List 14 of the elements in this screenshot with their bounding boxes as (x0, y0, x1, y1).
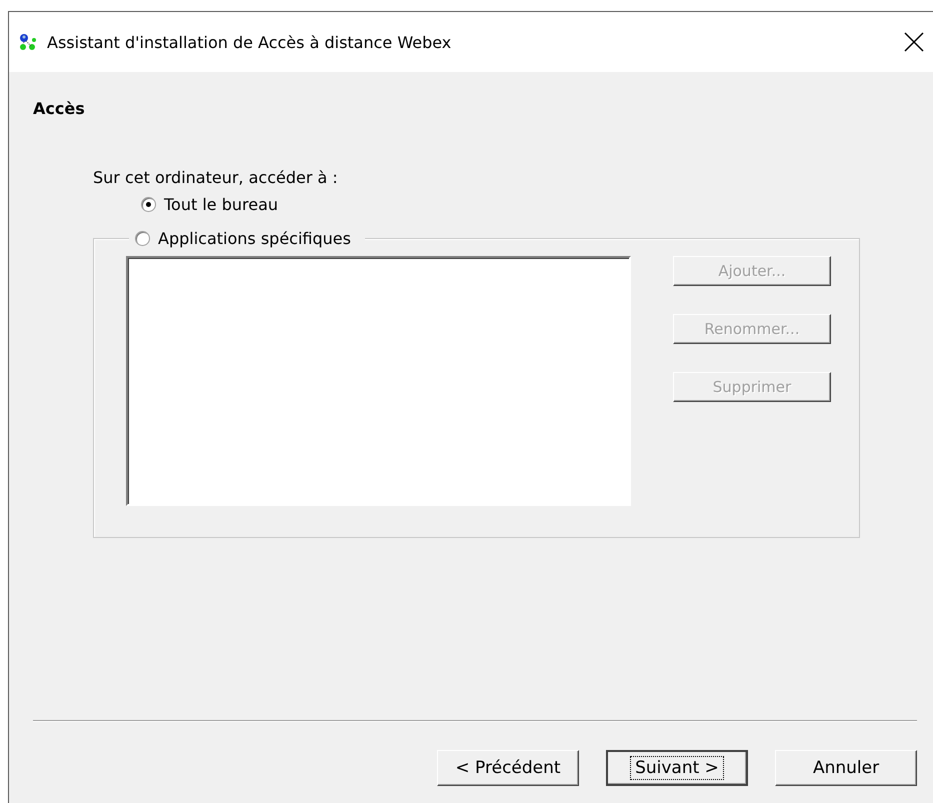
wizard-button[interactable]: < Précédent (437, 750, 579, 786)
window-title: Assistant d'installation de Accès à distance Webex (47, 32, 452, 52)
close-icon[interactable] (903, 31, 925, 53)
radio-label: Applications spécifiques (158, 228, 351, 248)
prompt-text: Sur cet ordinateur, accéder à : (93, 168, 338, 187)
radio-button[interactable] (135, 230, 150, 246)
wizard-button[interactable]: Suivant > (606, 750, 748, 786)
page-heading: Accès (32, 98, 86, 118)
radio-label: Tout le bureau (164, 194, 278, 214)
radio-button[interactable] (141, 196, 156, 212)
radio-option[interactable]: Tout le bureau (141, 187, 278, 221)
network-nodes-icon (19, 33, 39, 51)
radio-option[interactable]: Applications spécifiques (135, 221, 351, 255)
wizard-button[interactable]: Annuler (775, 750, 917, 786)
